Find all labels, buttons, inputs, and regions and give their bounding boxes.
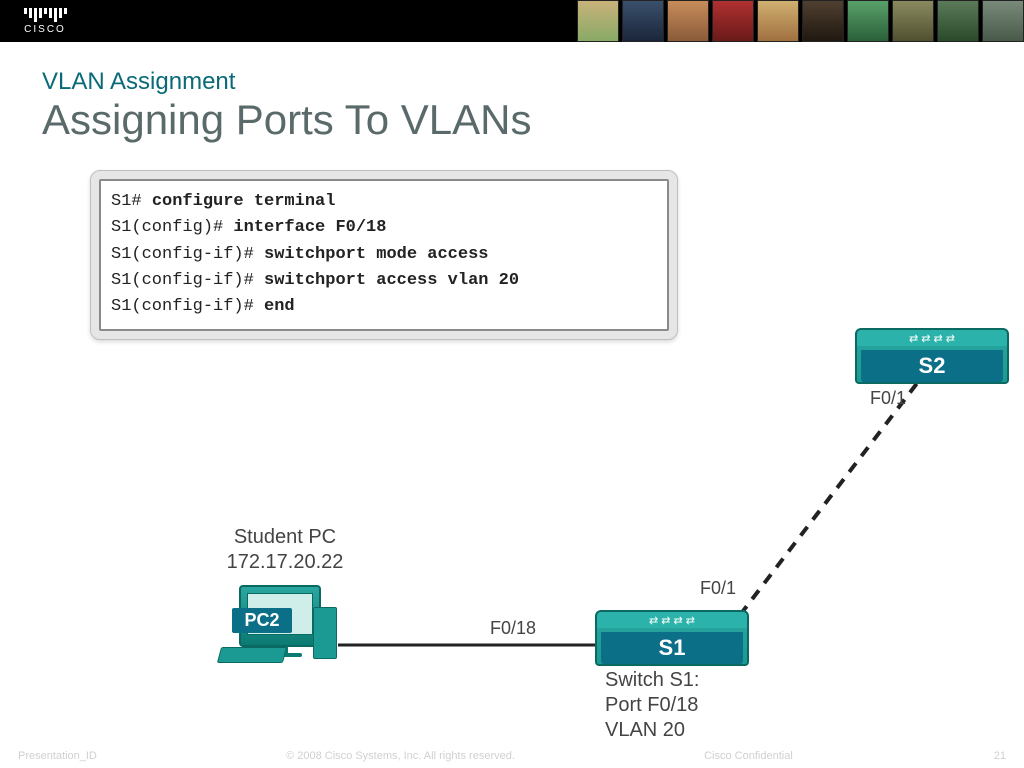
pc-caption: Student PC 172.17.20.22 — [200, 525, 370, 575]
port-s1-f0-1: F0/1 — [700, 578, 736, 599]
switch-s1-label: S1 — [601, 632, 743, 664]
footer-right: Cisco Confidential — [704, 750, 793, 762]
footer-center: © 2008 Cisco Systems, Inc. All rights re… — [286, 750, 515, 762]
pc-label: PC2 — [232, 608, 292, 633]
s1-caption-l1: Switch S1: — [605, 668, 745, 693]
s1-caption-l2: Port F0/18 — [605, 693, 745, 718]
port-s2-f0-1: F0/1 — [870, 388, 906, 409]
switch-s1-icon: ⇄ ⇄ ⇄ ⇄ S1 — [595, 610, 749, 666]
slide: cisco VLAN Assignment Assigning Ports To… — [0, 0, 1024, 768]
switch-s2-label: S2 — [861, 350, 1003, 382]
footer-left: Presentation_ID — [18, 750, 97, 762]
s1-caption-l3: VLAN 20 — [605, 718, 745, 743]
slide-footer: Presentation_ID © 2008 Cisco Systems, In… — [0, 744, 1024, 768]
switch-arrows-icon: ⇄ ⇄ ⇄ ⇄ — [597, 612, 747, 628]
switch-s2-icon: ⇄ ⇄ ⇄ ⇄ S2 — [855, 328, 1009, 384]
s1-caption: Switch S1: Port F0/18 VLAN 20 — [605, 668, 745, 743]
topology-links — [0, 0, 1024, 768]
pc-name: Student PC — [200, 525, 370, 550]
pc-ip: 172.17.20.22 — [200, 550, 370, 575]
footer-page: 21 — [982, 750, 1006, 762]
port-f0-18: F0/18 — [490, 618, 536, 639]
switch-arrows-icon: ⇄ ⇄ ⇄ ⇄ — [857, 330, 1007, 346]
